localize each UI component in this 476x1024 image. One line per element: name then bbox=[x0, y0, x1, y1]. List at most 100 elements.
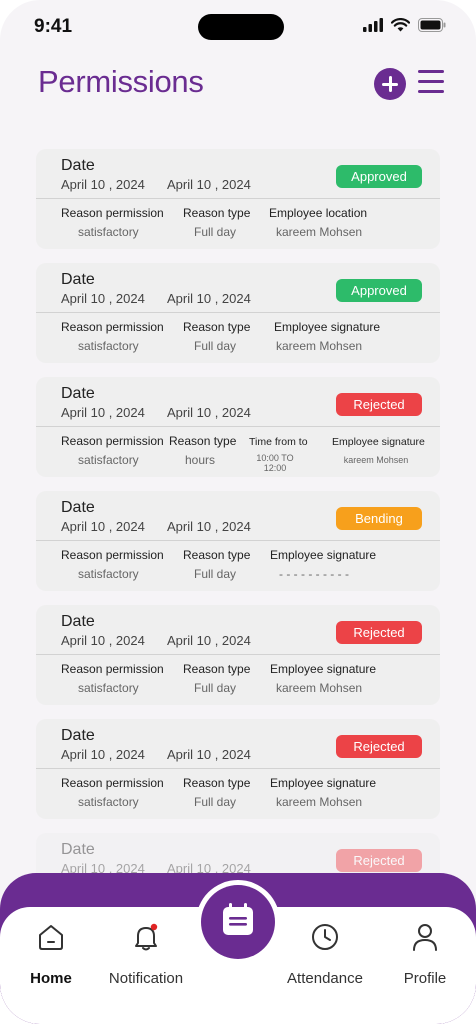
divider bbox=[36, 312, 440, 313]
wifi-icon bbox=[391, 18, 410, 32]
reason-permission-label: Reason permission bbox=[61, 548, 164, 562]
date-from: April 10 , 2024 bbox=[61, 633, 145, 648]
reason-type-value: Full day bbox=[194, 681, 237, 695]
reason-type-label: Reason type bbox=[183, 662, 251, 676]
divider bbox=[36, 654, 440, 655]
date-label: Date bbox=[61, 841, 95, 858]
nav-notification-label: Notification bbox=[108, 970, 184, 987]
status-badge: Rejected bbox=[336, 621, 422, 644]
employee-name-value: kareem Mohsen bbox=[276, 795, 363, 809]
date-label: Date bbox=[61, 727, 95, 744]
reason-permission-label: Reason permission bbox=[61, 320, 164, 334]
phone-screen: 9:41 Permissions Date April 10 , 2024 Ap… bbox=[0, 0, 476, 1024]
date-to: April 10 , 2024 bbox=[167, 747, 251, 762]
bell-icon bbox=[135, 923, 158, 951]
divider bbox=[36, 426, 440, 427]
date-label: Date bbox=[61, 157, 95, 174]
reason-type-value: Full day bbox=[194, 567, 237, 581]
date-to: April 10 , 2024 bbox=[167, 633, 251, 648]
reason-type-label: Reason type bbox=[183, 548, 251, 562]
employee-name-value: kareem Mohsen bbox=[343, 455, 409, 465]
reason-type-label: Reason type bbox=[183, 206, 251, 220]
employee-name-value: kareem Mohsen bbox=[276, 225, 363, 239]
center-calendar-button[interactable] bbox=[201, 885, 275, 959]
date-label: Date bbox=[61, 385, 95, 402]
status-icons bbox=[363, 18, 446, 32]
reason-type-value: Full day bbox=[194, 795, 237, 809]
reason-permission-label: Reason permission bbox=[61, 662, 164, 676]
battery-icon bbox=[418, 18, 446, 32]
time-from-to-label: Time from to bbox=[249, 436, 308, 448]
page-title: Permissions bbox=[38, 64, 204, 99]
nav-home-label: Home bbox=[30, 970, 72, 987]
divider bbox=[36, 768, 440, 769]
status-badge: Approved bbox=[336, 279, 422, 302]
permission-card[interactable]: Date April 10 , 2024 April 10 , 2024 Rej… bbox=[36, 377, 440, 477]
hamburger-icon bbox=[418, 70, 444, 73]
reason-permission-value: satisfactory bbox=[78, 225, 139, 239]
employee-location-label: Employee location bbox=[269, 206, 368, 220]
user-icon bbox=[413, 924, 437, 951]
reason-type-value: Full day bbox=[194, 339, 237, 353]
time-range-value: 10:00 TO 12:00 bbox=[250, 453, 300, 473]
status-badge: Bending bbox=[336, 507, 422, 530]
reason-permission-value: satisfactory bbox=[78, 339, 139, 353]
dynamic-island bbox=[198, 14, 284, 40]
reason-permission-value: satisfactory bbox=[78, 453, 139, 467]
reason-type-label: Reason type bbox=[169, 434, 237, 448]
add-permission-button[interactable] bbox=[374, 68, 406, 100]
date-label: Date bbox=[61, 499, 95, 516]
employee-signature-label: Employee signature bbox=[270, 662, 377, 676]
permission-card[interactable]: Date April 10 , 2024 April 10 , 2024 App… bbox=[36, 149, 440, 249]
employee-signature-label: Employee signature bbox=[270, 776, 377, 790]
permission-card[interactable]: Date April 10 , 2024 April 10 , 2024 App… bbox=[36, 263, 440, 363]
date-to: April 10 , 2024 bbox=[167, 519, 251, 534]
date-from: April 10 , 2024 bbox=[61, 291, 145, 306]
employee-name-value: kareem Mohsen bbox=[276, 681, 363, 695]
employee-signature-placeholder: - - - - - - - - - - bbox=[279, 567, 349, 581]
home-icon bbox=[39, 925, 63, 950]
employee-signature-label: Employee signature bbox=[274, 320, 381, 334]
clock-icon bbox=[312, 924, 338, 950]
reason-type-value: hours bbox=[185, 453, 216, 467]
reason-permission-label: Reason permission bbox=[61, 776, 164, 790]
time-to: 12:00 bbox=[263, 463, 287, 473]
reason-type-label: Reason type bbox=[183, 320, 251, 334]
reason-type-value: Full day bbox=[194, 225, 237, 239]
status-badge: Rejected bbox=[336, 849, 422, 872]
divider bbox=[36, 540, 440, 541]
nav-attendance[interactable]: Attendance bbox=[275, 918, 375, 998]
status-time: 9:41 bbox=[34, 16, 73, 37]
employee-name-value: kareem Mohsen bbox=[276, 339, 363, 353]
nav-notification[interactable]: Notification bbox=[96, 918, 196, 998]
nav-attendance-label: Attendance bbox=[287, 970, 363, 987]
cellular-signal-icon bbox=[363, 18, 383, 32]
date-from: April 10 , 2024 bbox=[61, 519, 145, 534]
nav-profile-label: Profile bbox=[403, 970, 447, 987]
time-from: 10:00 TO bbox=[256, 453, 294, 463]
employee-signature-label: Employee signature bbox=[332, 436, 425, 448]
reason-permission-label: Reason permission bbox=[61, 434, 164, 448]
date-to: April 10 , 2024 bbox=[167, 291, 251, 306]
permission-card[interactable]: Date April 10 , 2024 April 10 , 2024 Rej… bbox=[36, 605, 440, 705]
nav-profile[interactable]: Profile bbox=[375, 918, 475, 998]
date-label: Date bbox=[61, 271, 95, 288]
permission-card[interactable]: Date April 10 , 2024 April 10 , 2024 Ben… bbox=[36, 491, 440, 591]
reason-permission-label: Reason permission bbox=[61, 206, 164, 220]
calendar-list-icon bbox=[223, 903, 253, 935]
hamburger-icon bbox=[418, 90, 444, 93]
date-from: April 10 , 2024 bbox=[61, 177, 145, 192]
date-label: Date bbox=[61, 613, 95, 630]
employee-signature-label: Employee signature bbox=[270, 548, 377, 562]
reason-type-label: Reason type bbox=[183, 776, 251, 790]
divider bbox=[36, 198, 440, 199]
nav-home[interactable]: Home bbox=[1, 918, 101, 998]
date-to: April 10 , 2024 bbox=[167, 177, 251, 192]
permission-card[interactable]: Date April 10 , 2024 April 10 , 2024 Rej… bbox=[36, 719, 440, 819]
status-badge: Rejected bbox=[336, 735, 422, 758]
menu-button[interactable] bbox=[418, 68, 444, 96]
date-to: April 10 , 2024 bbox=[167, 405, 251, 420]
status-bar: 9:41 bbox=[0, 0, 476, 56]
date-from: April 10 , 2024 bbox=[61, 405, 145, 420]
date-from: April 10 , 2024 bbox=[61, 747, 145, 762]
